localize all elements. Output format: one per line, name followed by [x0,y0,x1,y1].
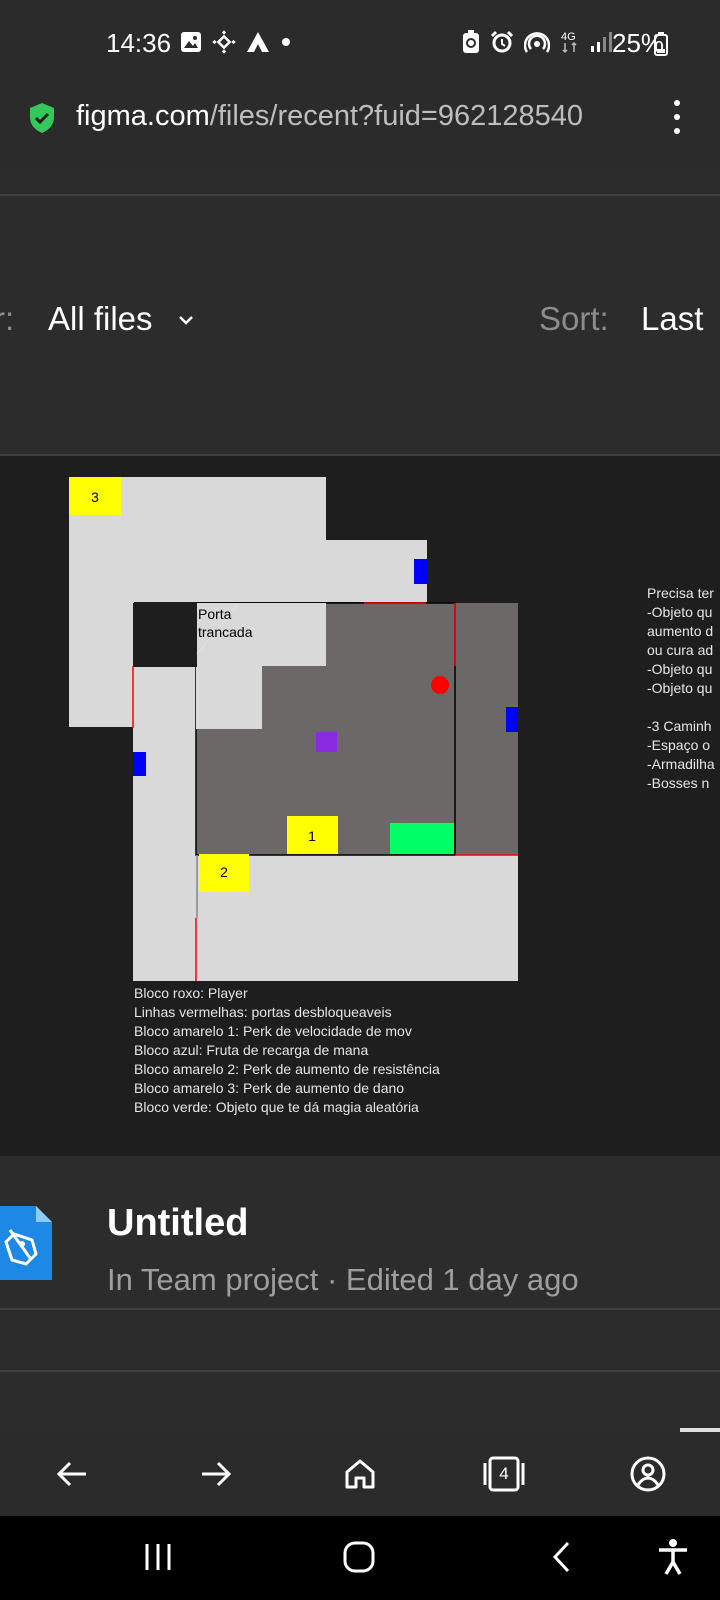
map-design-preview: 3 1 2 Porta trancada Bloco roxo: Player … [69,477,715,1115]
url-text[interactable]: figma.com/files/recent?fuid=962128540 [76,100,642,133]
note-line: aumento d [647,623,713,639]
accessibility-icon[interactable] [656,1538,690,1576]
figma-pen-icon [0,1206,52,1280]
file-list-item[interactable]: Untitled In Team project · Edited 1 day … [0,1156,720,1326]
status-icons-right: 4G [462,29,612,55]
back-arrow-icon[interactable] [44,1446,100,1502]
note-line: -Espaço o [647,737,710,753]
floor-area [69,602,134,727]
binance-icon [212,30,236,54]
url-host: figma.com [76,100,210,132]
secure-shield-icon [30,103,54,133]
note-line: -Objeto qu [647,680,712,696]
status-time: 14:36 [106,28,172,58]
player-block [316,732,337,752]
file-name: Untitled [107,1202,249,1244]
note-line: Precisa ter [647,585,714,601]
recents-icon[interactable] [142,1542,174,1572]
battery-icon [654,32,668,56]
divider [0,1308,720,1310]
blue-block [506,707,518,732]
note-line: -Bosses n [647,775,709,791]
status-bar: 14:36 4G 25% [0,0,720,86]
note-line: -Objeto qu [647,661,712,677]
filter-label: r: [0,300,15,337]
block-label-2: 2 [220,864,228,880]
note-line: -Armadilha [647,756,715,772]
floor-area [133,666,198,981]
note-line: ou cura ad [647,642,713,658]
legend-line: Bloco verde: Objeto que te dá magia alea… [134,1099,419,1115]
legend-line: Linhas vermelhas: portas desbloqueaveis [134,1004,392,1020]
blue-block [133,752,146,776]
legend-line: Bloco amarelo 3: Perk de aumento de dano [134,1080,404,1096]
block-label-1: 1 [308,828,316,844]
signal-icon [591,32,612,52]
legend: Bloco roxo: Player Linhas vermelhas: por… [134,985,440,1115]
browser-navigation-bar: 4 [0,1432,720,1516]
filter-dropdown[interactable]: All files [48,300,153,338]
sort-label: Sort: [539,300,609,337]
figma-recent-files: r: All files Sort: Last [0,166,720,1432]
alarm-icon [490,30,514,53]
svg-text:4G: 4G [561,31,576,43]
file-meta: In Team project · Edited 1 day ago [107,1262,579,1297]
legend-line: Bloco amarelo 1: Perk de velocidade de m… [134,1023,412,1039]
legend-line: Bloco amarelo 2: Perk de aumento de resi… [134,1061,440,1077]
back-chevron-icon[interactable] [550,1540,572,1574]
red-circle [431,676,449,694]
hotspot-icon [524,32,550,53]
dot-icon [282,38,290,46]
file-thumbnail[interactable]: 3 1 2 Porta trancada Bloco roxo: Player … [0,456,720,1156]
legend-line: Bloco roxo: Player [134,985,248,1001]
tabs-icon[interactable]: 4 [476,1446,532,1502]
arrow-up-icon [247,32,269,52]
locked-door [133,603,197,667]
url-path: /files/recent?fuid=962128540 [209,100,584,132]
green-block [390,823,454,854]
tab-count: 4 [499,1464,509,1483]
note-line: -3 Caminh [647,718,712,734]
blue-block [414,559,427,584]
sort-dropdown[interactable]: Last [641,300,703,338]
locked-door-label: Porta [198,606,232,622]
image-icon [181,32,201,52]
divider [0,194,720,196]
status-icons-left [180,30,292,54]
chevron-down-icon[interactable] [178,314,194,326]
system-navigation-bar [0,1516,720,1600]
vpn-icon [463,30,479,53]
locked-door-label: trancada [198,624,253,640]
block-label-3: 3 [91,489,99,505]
home-icon[interactable] [332,1446,388,1502]
floor-area [196,666,262,729]
note-line: -Objeto qu [647,604,712,620]
legend-line: Bloco azul: Fruta de recarga de mana [134,1042,368,1058]
more-options-icon[interactable] [664,100,690,134]
divider [0,1370,720,1372]
url-bar[interactable]: figma.com/files/recent?fuid=962128540 [0,86,720,166]
4g-icon: 4G [561,31,577,54]
notes: Precisa ter -Objeto qu aumento d ou cura… [647,585,715,791]
floor-area [69,540,427,602]
home-circle-icon[interactable] [342,1540,376,1574]
forward-arrow-icon[interactable] [188,1446,244,1502]
account-icon[interactable] [620,1446,676,1502]
